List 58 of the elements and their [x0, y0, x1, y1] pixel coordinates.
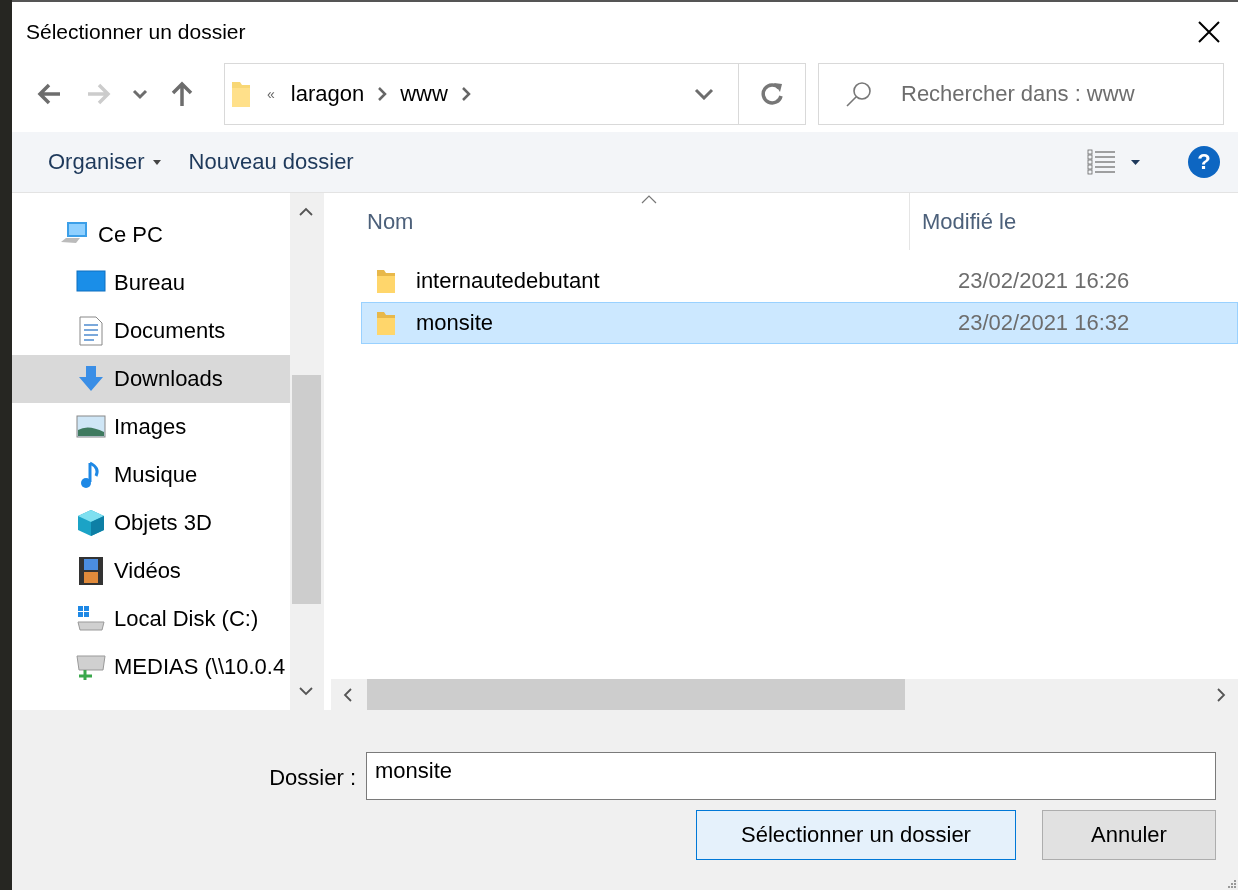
caret-icon	[152, 159, 161, 165]
caret-icon	[1131, 159, 1140, 165]
search-field[interactable]: Rechercher dans : www	[899, 80, 1223, 108]
column-header[interactable]: Nom	[331, 193, 909, 250]
resize-grip-icon[interactable]	[1226, 878, 1236, 888]
organize-menu[interactable]: Organiser	[34, 143, 175, 181]
cancel-button[interactable]: Annuler	[1042, 810, 1216, 860]
sidebar-item[interactable]: Images	[12, 403, 290, 451]
sidebar-item[interactable]: MEDIAS (\\10.0.4	[12, 643, 290, 691]
file-name: monsite	[416, 310, 494, 336]
folder-icon	[231, 80, 251, 108]
sidebar-item[interactable]: Musique	[12, 451, 290, 499]
search-icon	[845, 80, 873, 108]
file-row[interactable]: internautedebutant 23/02/2021 16:26	[361, 260, 1238, 302]
film-icon	[76, 556, 106, 586]
sidebar-item[interactable]: Objets 3D	[12, 499, 290, 547]
search-bar[interactable]: Rechercher dans : www	[818, 63, 1224, 125]
scroll-thumb[interactable]	[292, 375, 321, 604]
file-name: internautedebutant	[416, 268, 600, 294]
network-drive-icon	[76, 652, 106, 682]
scroll-up-icon[interactable]	[299, 207, 313, 216]
window-title: Sélectionner un dossier	[26, 20, 246, 44]
modified-date: 23/02/2021 16:26	[957, 268, 1130, 294]
document-icon	[76, 316, 106, 346]
drive-icon	[76, 604, 106, 634]
close-icon	[1197, 20, 1221, 44]
chevron-icon	[459, 86, 472, 102]
sidebar-item[interactable]: Local Disk (C:)	[12, 595, 290, 643]
cube-icon	[76, 508, 106, 538]
sidebar-item[interactable]: Downloads	[12, 355, 290, 403]
scroll-left-icon[interactable]	[343, 687, 352, 702]
folder-icon	[376, 310, 396, 336]
column-header[interactable]: Modifié le	[909, 193, 1017, 250]
details-view-icon	[1087, 149, 1115, 175]
vertical-scrollbar[interactable]	[290, 193, 323, 710]
sidebar-item[interactable]: Ce PC	[12, 211, 290, 259]
horizontal-scrollbar[interactable]	[331, 679, 1238, 710]
scroll-down-icon[interactable]	[299, 687, 313, 696]
modified-date: 23/02/2021 16:32	[957, 310, 1130, 336]
scroll-right-icon[interactable]	[1217, 687, 1226, 702]
file-row[interactable]: monsite 23/02/2021 16:32	[361, 302, 1238, 344]
sidebar-item[interactable]: Vidéos	[12, 547, 290, 595]
scroll-thumb[interactable]	[367, 679, 905, 710]
dropdown-icon[interactable]	[694, 88, 714, 100]
field-label: Dossier :	[269, 765, 356, 791]
help-button[interactable]: ?	[1188, 146, 1220, 178]
address-bar[interactable]: « laragon www	[224, 63, 806, 125]
select-folder-button[interactable]: Sélectionner un dossier	[696, 810, 1016, 860]
overflow-chevron[interactable]: «	[267, 86, 275, 102]
chevron-icon	[376, 86, 389, 102]
folder-icon	[376, 268, 396, 294]
refresh-icon	[760, 81, 784, 107]
sidebar-item[interactable]: Documents	[12, 307, 290, 355]
new-folder-button[interactable]: Nouveau dossier	[174, 143, 368, 181]
sidebar-item[interactable]: Bureau	[12, 259, 290, 307]
breadcrumb-segment[interactable]: laragon	[290, 81, 365, 107]
folder-name-field[interactable]: monsite	[366, 752, 1216, 800]
breadcrumb-segment[interactable]: www	[400, 81, 448, 107]
